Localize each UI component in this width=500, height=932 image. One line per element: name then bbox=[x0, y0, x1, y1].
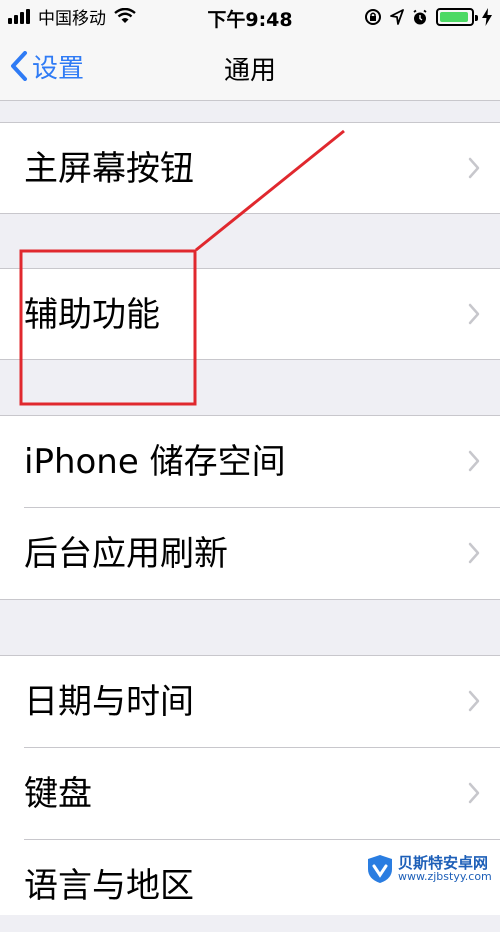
annotation-highlight-box bbox=[19, 249, 197, 406]
watermark-text: 贝斯特安卓网 www.zjbstyy.com bbox=[398, 854, 492, 883]
watermark-url: www.zjbstyy.com bbox=[398, 870, 492, 883]
annotation-pointer-line bbox=[195, 129, 345, 252]
watermark: 贝斯特安卓网 www.zjbstyy.com bbox=[366, 852, 496, 886]
watermark-logo-icon bbox=[368, 855, 392, 883]
watermark-title: 贝斯特安卓网 bbox=[398, 854, 489, 872]
annotation-overlay bbox=[19, 129, 345, 406]
